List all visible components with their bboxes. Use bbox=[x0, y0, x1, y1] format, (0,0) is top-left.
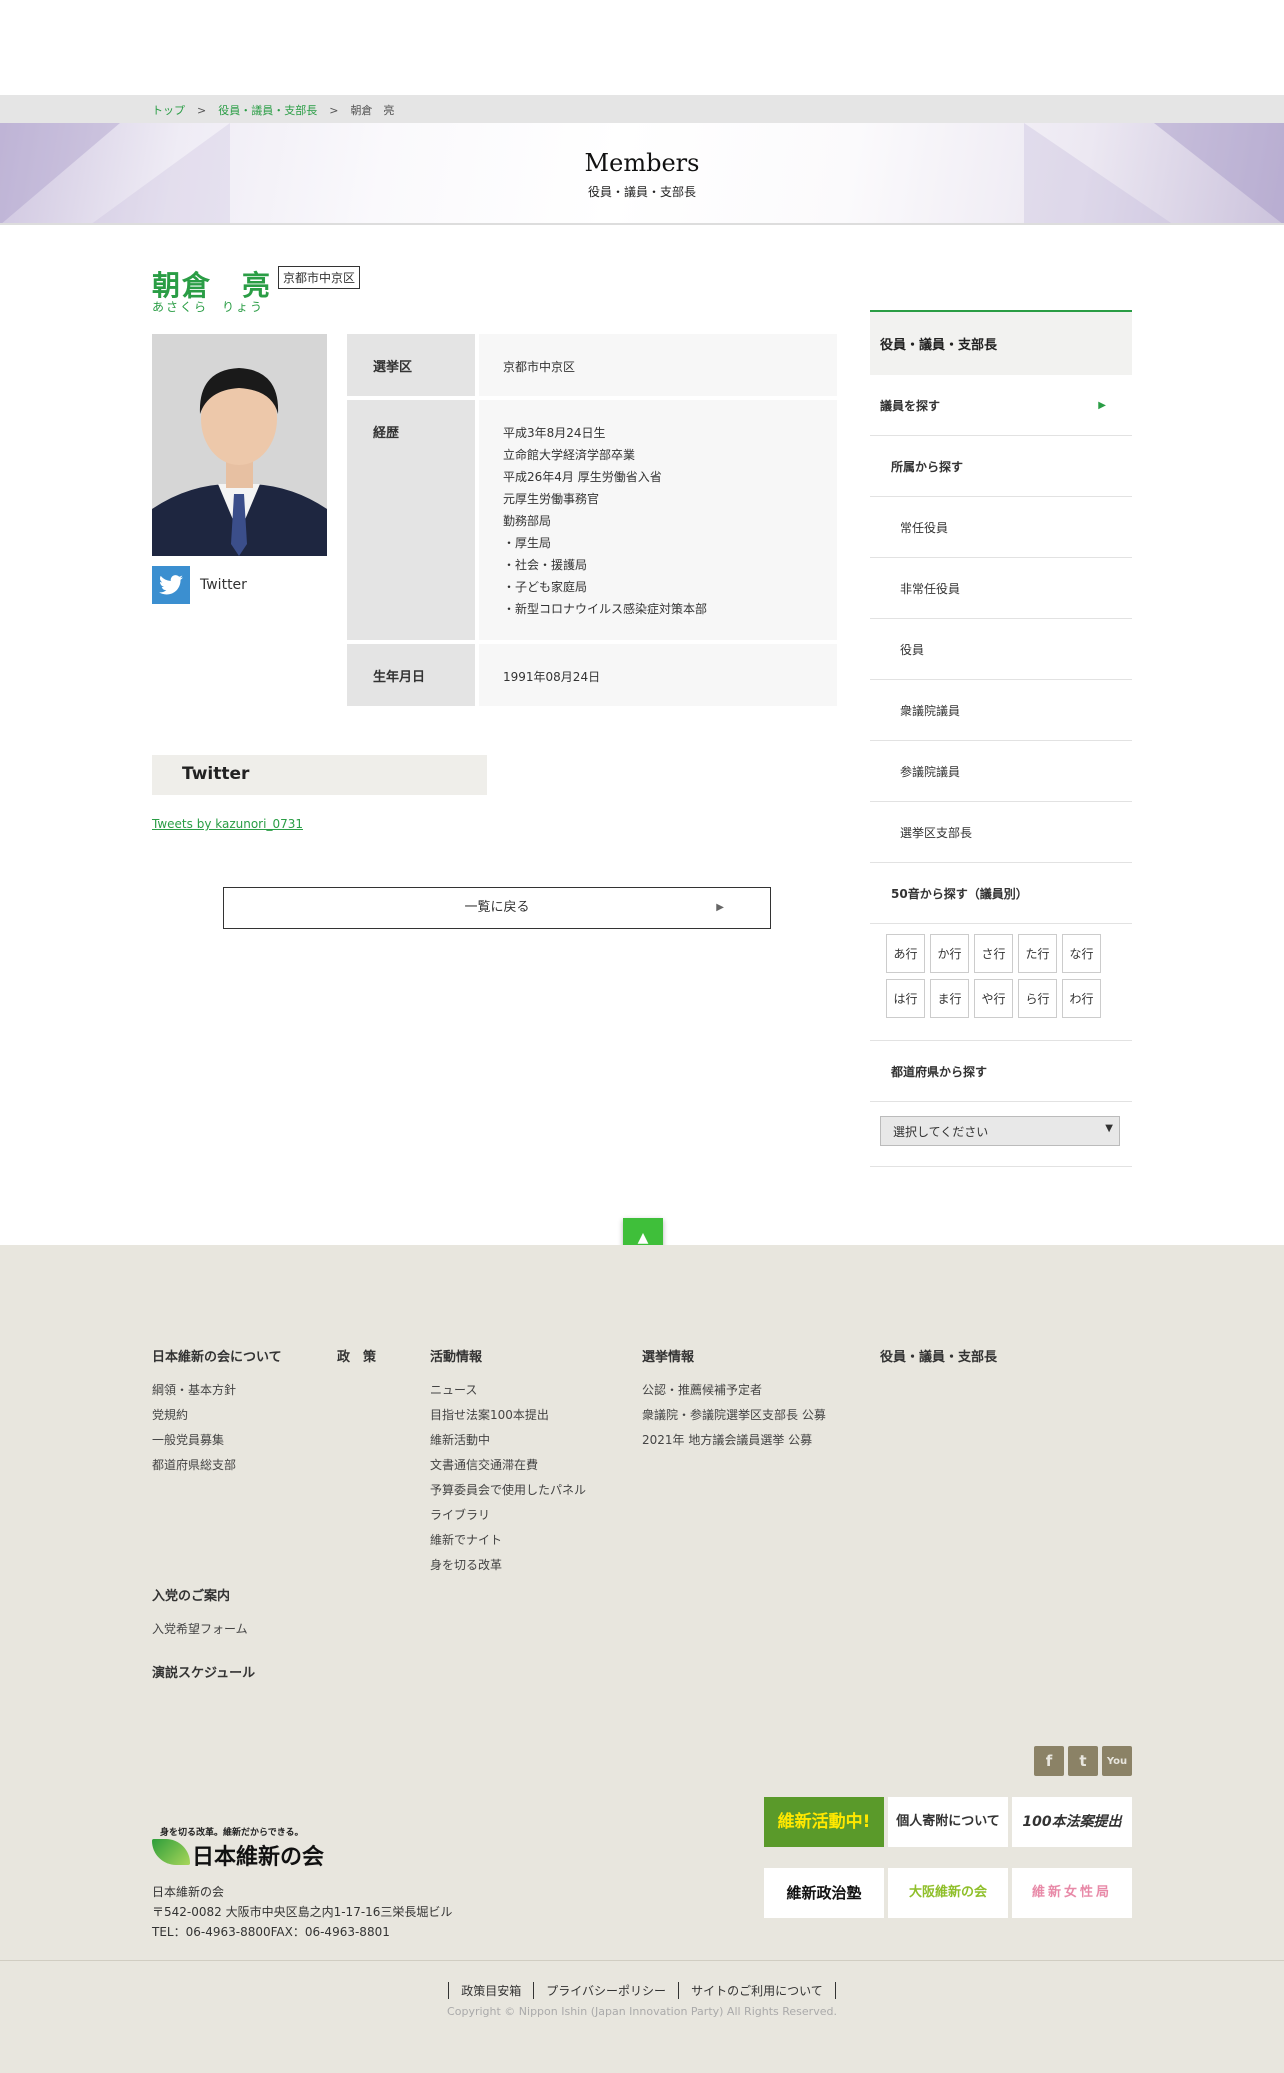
footer-nav-suggestion-box[interactable]: 政策目安箱 bbox=[448, 1982, 533, 1999]
district-label: 選挙区 bbox=[347, 334, 475, 396]
chevron-down-icon: ▼ bbox=[1105, 1123, 1113, 1134]
birthday-label: 生年月日 bbox=[347, 644, 475, 706]
kana-button-wa[interactable]: わ行 bbox=[1062, 979, 1101, 1018]
kana-grid: あ行 か行 さ行 た行 な行 は行 ま行 や行 ら行 わ行 bbox=[870, 924, 1132, 1041]
kana-button-a[interactable]: あ行 bbox=[886, 934, 925, 973]
kana-button-na[interactable]: な行 bbox=[1062, 934, 1101, 973]
banner-political-school[interactable]: 維新政治塾 bbox=[764, 1868, 884, 1918]
footer-col-members: 役員・議員・支部長 bbox=[880, 1350, 998, 1365]
sidebar-item-officers[interactable]: 役員 bbox=[870, 619, 1132, 680]
twitter-icon[interactable]: t bbox=[1068, 1746, 1098, 1776]
sidebar-item-by-prefecture[interactable]: 都道府県から探す bbox=[870, 1041, 1132, 1102]
member-kana: あさくら りょう bbox=[152, 300, 265, 314]
breadcrumb: トップ > 役員・議員・支部長 > 朝倉 亮 bbox=[152, 104, 395, 117]
footer-link[interactable]: 予算委員会で使用したパネル bbox=[430, 1483, 586, 1497]
breadcrumb-bar: トップ > 役員・議員・支部長 > 朝倉 亮 bbox=[0, 95, 1284, 123]
hero-title: Members bbox=[584, 149, 700, 177]
tweets-link[interactable]: Tweets by kazunori_0731 bbox=[152, 817, 303, 831]
prefecture-select-wrap: 選択してください ▼ bbox=[870, 1102, 1132, 1167]
footer-col-about: 日本維新の会について 綱領・基本方針 党規約 一般党員募集 都道府県総支部 bbox=[152, 1350, 282, 1472]
footer-col-policy: 政 策 bbox=[337, 1350, 377, 1365]
footer-link[interactable]: 都道府県総支部 bbox=[152, 1458, 282, 1472]
footer-nav-privacy[interactable]: プライバシーポリシー bbox=[533, 1982, 678, 1999]
footer-col-activity: 活動情報 ニュース 目指せ法案100本提出 維新活動中 文書通信交通滞在費 予算… bbox=[430, 1350, 587, 1572]
breadcrumb-current: 朝倉 亮 bbox=[350, 104, 395, 117]
twitter-icon bbox=[152, 566, 190, 604]
arrow-up-icon: ▲ bbox=[637, 1230, 649, 1246]
district-value: 京都市中京区 bbox=[479, 334, 837, 396]
kana-button-ha[interactable]: は行 bbox=[886, 979, 925, 1018]
prefecture-select[interactable]: 選択してください ▼ bbox=[880, 1116, 1120, 1146]
back-to-list-button[interactable]: 一覧に戻る ▶ bbox=[223, 887, 771, 929]
kana-button-ya[interactable]: や行 bbox=[974, 979, 1013, 1018]
footer-link[interactable]: 入党希望フォーム bbox=[152, 1622, 248, 1636]
banner-ishin-activity[interactable]: 維新活動中! bbox=[764, 1797, 884, 1847]
sidebar-item-find-members[interactable]: 議員を探す ▶ bbox=[870, 375, 1132, 436]
kana-button-ta[interactable]: た行 bbox=[1018, 934, 1057, 973]
sidebar-item-by-affiliation[interactable]: 所属から探す bbox=[870, 436, 1132, 497]
sidebar-item-standing-officers[interactable]: 常任役員 bbox=[870, 497, 1132, 558]
kana-button-ma[interactable]: ま行 bbox=[930, 979, 969, 1018]
kana-button-sa[interactable]: さ行 bbox=[974, 934, 1013, 973]
footer-col-election: 選挙情報 公認・推薦候補予定者 衆議院・参議院選挙区支部長 公募 2021年 地… bbox=[642, 1350, 826, 1447]
footer-link[interactable]: ニュース bbox=[430, 1383, 586, 1397]
footer-col-join: 入党のご案内 入党希望フォーム bbox=[152, 1589, 248, 1636]
sidebar-item-nonstanding-officers[interactable]: 非常任役員 bbox=[870, 558, 1132, 619]
footer-link[interactable]: 維新活動中 bbox=[430, 1433, 586, 1447]
career-label: 経歴 bbox=[347, 400, 475, 640]
sidebar-item-house-of-councillors[interactable]: 参議院議員 bbox=[870, 741, 1132, 802]
footer-logo[interactable]: 身を切る改革。維新だからできる。 日本維新の会 bbox=[152, 1825, 324, 1870]
banner-osaka-ishin[interactable]: 大阪維新の会 bbox=[888, 1868, 1008, 1918]
kana-button-ka[interactable]: か行 bbox=[930, 934, 969, 973]
district-badge: 京都市中京区 bbox=[278, 266, 361, 289]
footer-nav-terms[interactable]: サイトのご利用について bbox=[678, 1982, 836, 1999]
youtube-icon[interactable]: You bbox=[1102, 1746, 1132, 1776]
footer-link[interactable]: 一般党員募集 bbox=[152, 1433, 282, 1447]
banner-donation[interactable]: 個人寄附について bbox=[888, 1797, 1008, 1847]
career-value: 平成3年8月24日生 立命館大学経済学部卒業 平成26年4月 厚生労働省入省 元… bbox=[479, 400, 837, 640]
banner-women-bureau[interactable]: 維新女性局 bbox=[1012, 1868, 1132, 1918]
sidebar-heading: 役員・議員・支部長 bbox=[870, 310, 1132, 375]
footer-nav: 政策目安箱 プライバシーポリシー サイトのご利用について bbox=[0, 1982, 1284, 1999]
footer-address: 日本維新の会 〒542-0082 大阪市中央区島之内1-17-16三栄長堀ビル … bbox=[152, 1885, 453, 1939]
breadcrumb-home[interactable]: トップ bbox=[152, 104, 185, 117]
copyright: Copyright © Nippon Ishin (Japan Innovati… bbox=[447, 2005, 837, 2018]
birthday-value: 1991年08月24日 bbox=[479, 644, 837, 706]
facebook-icon[interactable]: f bbox=[1034, 1746, 1064, 1776]
twitter-section-heading: Twitter bbox=[152, 755, 487, 795]
footer-link[interactable]: ライブラリ bbox=[430, 1508, 586, 1522]
sidebar-item-by-kana[interactable]: 50音から探す（議員別） bbox=[870, 863, 1132, 924]
footer-link[interactable]: 綱領・基本方針 bbox=[152, 1383, 282, 1397]
member-photo bbox=[152, 334, 327, 556]
footer-link[interactable]: 公認・推薦候補予定者 bbox=[642, 1383, 826, 1397]
footer-link[interactable]: 党規約 bbox=[152, 1408, 282, 1422]
profile-row-birthday: 生年月日 1991年08月24日 bbox=[347, 644, 837, 706]
footer-link[interactable]: 2021年 地方議会議員選挙 公募 bbox=[642, 1433, 826, 1447]
profile-row-career: 経歴 平成3年8月24日生 立命館大学経済学部卒業 平成26年4月 厚生労働省入… bbox=[347, 400, 837, 640]
banner-100-bills[interactable]: 100本法案提出 bbox=[1012, 1797, 1132, 1847]
leaf-logo-icon bbox=[152, 1839, 190, 1865]
footer-link[interactable]: 衆議院・参議院選挙区支部長 公募 bbox=[642, 1408, 826, 1422]
profile-row-district: 選挙区 京都市中京区 bbox=[347, 334, 837, 396]
breadcrumb-section[interactable]: 役員・議員・支部長 bbox=[218, 104, 317, 117]
footer-col-speech: 演説スケジュール bbox=[152, 1666, 256, 1681]
twitter-label: Twitter bbox=[200, 577, 247, 593]
footer-link[interactable]: 維新でナイト bbox=[430, 1533, 586, 1547]
sidebar: 役員・議員・支部長 議員を探す ▶ 所属から探す 常任役員 非常任役員 役員 衆… bbox=[870, 310, 1132, 1167]
play-arrow-icon: ▶ bbox=[1098, 399, 1106, 411]
twitter-profile-link[interactable]: Twitter bbox=[152, 566, 312, 604]
kana-button-ra[interactable]: ら行 bbox=[1018, 979, 1057, 1018]
sidebar-item-house-of-representatives[interactable]: 衆議院議員 bbox=[870, 680, 1132, 741]
hero-banner: Members 役員・議員・支部長 bbox=[0, 123, 1284, 225]
footer-link[interactable]: 身を切る改革 bbox=[430, 1558, 586, 1572]
hero-subtitle: 役員・議員・支部長 bbox=[587, 185, 696, 199]
footer-link[interactable]: 目指せ法案100本提出 bbox=[430, 1408, 586, 1422]
profile-table: 選挙区 京都市中京区 経歴 平成3年8月24日生 立命館大学経済学部卒業 平成2… bbox=[347, 334, 837, 710]
sidebar-item-district-branch-chiefs[interactable]: 選挙区支部長 bbox=[870, 802, 1132, 863]
play-arrow-icon: ▶ bbox=[716, 902, 724, 913]
footer-link[interactable]: 文書通信交通滞在費 bbox=[430, 1458, 586, 1472]
footer-divider bbox=[0, 1960, 1284, 1961]
